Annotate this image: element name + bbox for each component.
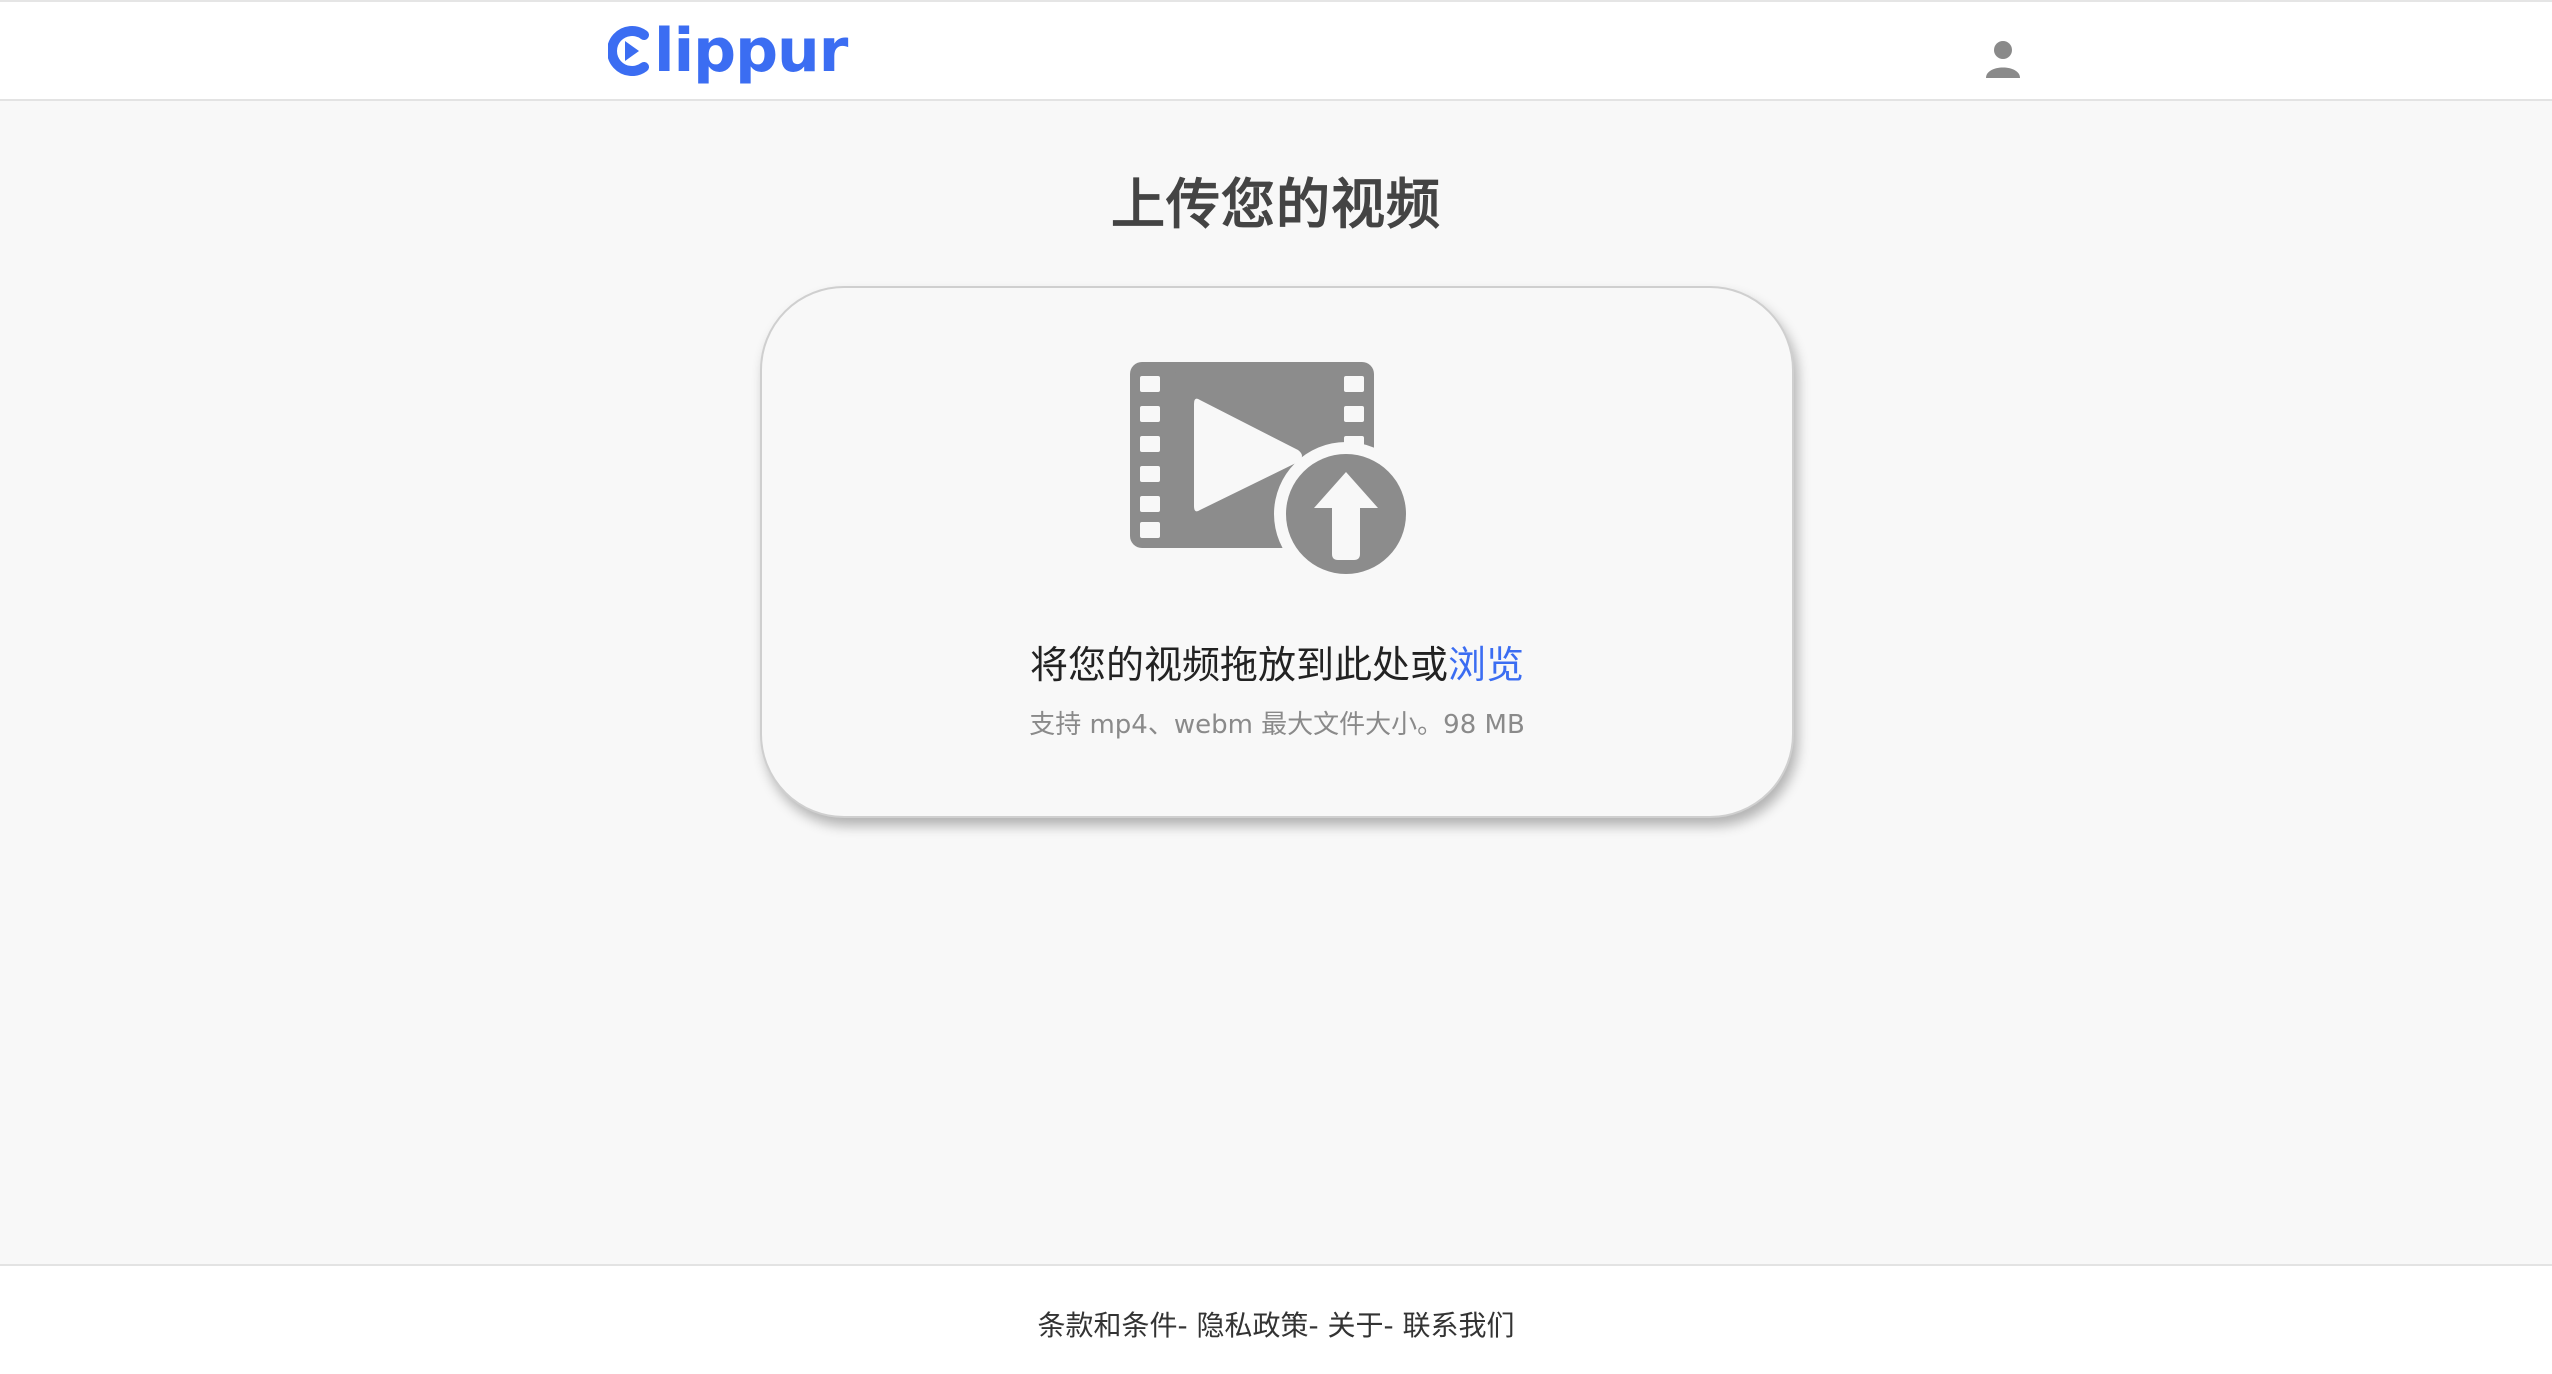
video-upload-icon [1130,362,1418,586]
drop-text: 将您的视频拖放到此处或 [1029,643,1448,687]
about-link[interactable]: 关于 [1328,1309,1384,1342]
page-title: 上传您的视频 [1111,173,1441,236]
privacy-link[interactable]: 隐私政策 [1196,1309,1308,1342]
footer-separator: - [1177,1309,1197,1342]
footer-links: 条款和条件- 隐私政策- 关于- 联系我们 [0,1304,2552,1344]
clippur-logo[interactable]: lippur [608,16,848,86]
top-bar: lippur [0,0,2552,101]
logo-text: lippur [654,16,848,86]
video-dropzone[interactable]: 将您的视频拖放到此处或浏览 支持 mp4、webm 最大文件大小。98 MB [760,286,1794,818]
user-icon[interactable] [1984,38,2022,80]
browse-link[interactable]: 浏览 [1448,643,1524,687]
terms-link[interactable]: 条款和条件 [1037,1309,1177,1342]
footer: 条款和条件- 隐私政策- 关于- 联系我们 [0,1264,2552,1374]
drop-instructions: 将您的视频拖放到此处或浏览 [762,634,1792,689]
contact-link[interactable]: 联系我们 [1403,1309,1515,1342]
logo-c-play-icon [608,26,649,76]
footer-separator: - [1383,1309,1403,1342]
footer-separator: - [1308,1309,1328,1342]
supported-formats-hint: 支持 mp4、webm 最大文件大小。98 MB [1029,710,1525,740]
